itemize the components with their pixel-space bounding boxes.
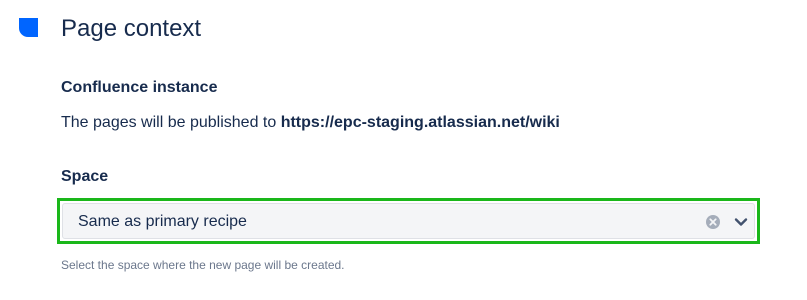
chevron-down-icon[interactable] bbox=[733, 214, 749, 230]
section-marker-icon bbox=[19, 18, 38, 37]
space-helper-text: Select the space where the new page will… bbox=[61, 258, 345, 272]
instance-description-prefix: The pages will be published to bbox=[61, 114, 281, 131]
confluence-instance-description: The pages will be published to https://e… bbox=[61, 112, 560, 134]
space-label: Space bbox=[61, 168, 109, 185]
confluence-instance-label: Confluence instance bbox=[61, 79, 218, 96]
space-select-value: Same as primary recipe bbox=[78, 213, 247, 230]
page-title: Page context bbox=[61, 15, 202, 42]
space-select[interactable]: Same as primary recipe bbox=[62, 203, 755, 239]
instance-url: https://epc-staging.atlassian.net/wiki bbox=[280, 114, 560, 131]
clear-icon[interactable] bbox=[705, 214, 721, 230]
space-select-highlight: Same as primary recipe bbox=[57, 198, 760, 244]
